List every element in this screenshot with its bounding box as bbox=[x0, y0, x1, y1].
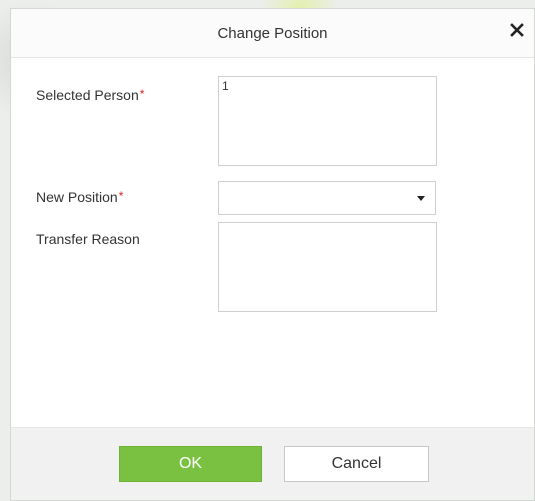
required-mark: * bbox=[139, 87, 145, 101]
dialog-titlebar: Change Position bbox=[11, 9, 534, 58]
ok-button[interactable]: OK bbox=[119, 446, 262, 482]
new-position-select[interactable] bbox=[218, 181, 436, 215]
cancel-button[interactable]: Cancel bbox=[284, 446, 429, 482]
dialog-title: Change Position bbox=[217, 25, 328, 42]
transfer-reason-field[interactable] bbox=[218, 222, 437, 312]
dialog-footer: OK Cancel bbox=[11, 427, 534, 500]
selected-person-label-text: Selected Person bbox=[36, 87, 139, 103]
chevron-down-icon[interactable] bbox=[417, 196, 425, 201]
selected-person-field[interactable]: 1 bbox=[218, 76, 437, 166]
selected-person-label: Selected Person* bbox=[36, 87, 144, 103]
close-icon[interactable] bbox=[508, 21, 526, 39]
transfer-reason-label: Transfer Reason bbox=[36, 231, 140, 247]
new-position-label-text: New Position bbox=[36, 189, 118, 205]
new-position-label: New Position* bbox=[36, 189, 123, 205]
transfer-reason-label-text: Transfer Reason bbox=[36, 231, 140, 247]
change-position-dialog: Change Position Selected Person* 1 New P… bbox=[10, 8, 535, 501]
required-mark: * bbox=[118, 189, 124, 203]
